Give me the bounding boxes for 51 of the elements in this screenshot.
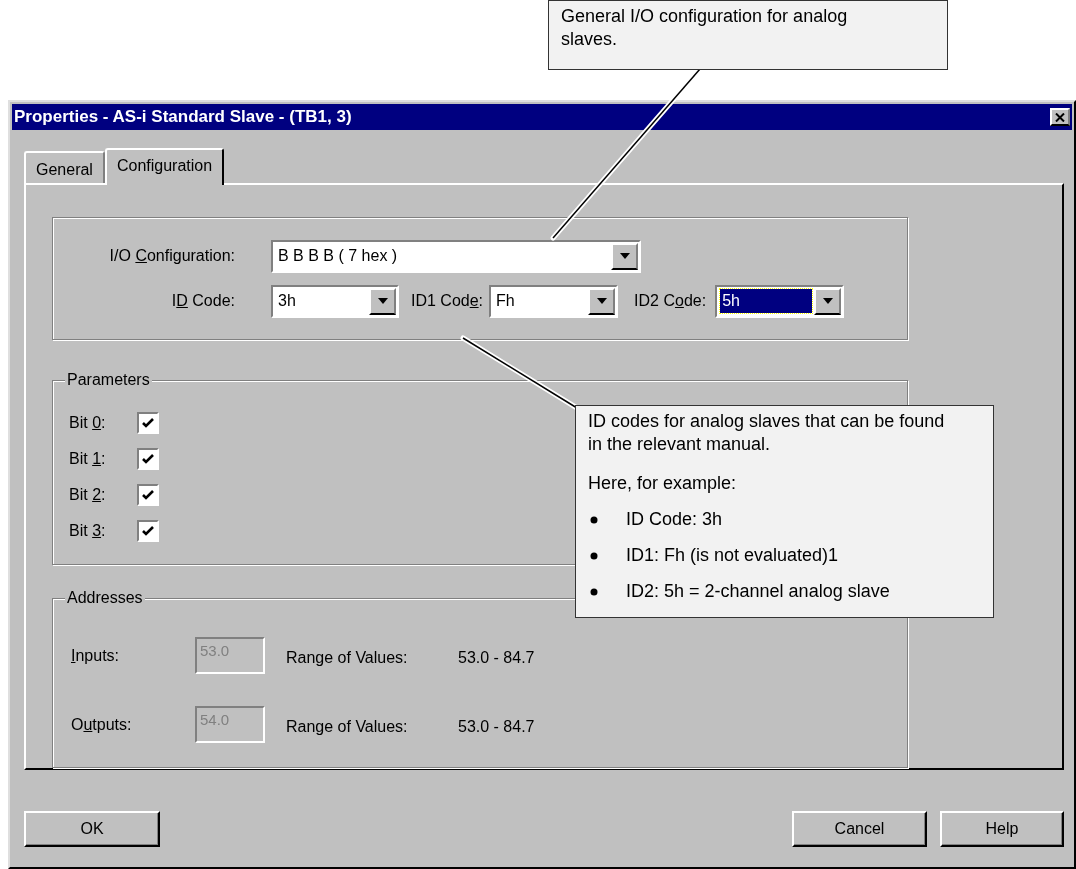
checkbox[interactable] (137, 448, 159, 470)
field-label: I/O Configuration: (108, 246, 236, 266)
dialog-button[interactable]: Help (940, 811, 1064, 847)
checkbox-label: Bit 3: (69, 521, 107, 541)
range-value: 53.0 - 84.7 (458, 647, 535, 668)
caret-icon (619, 253, 630, 259)
checkbox[interactable] (137, 484, 159, 506)
dialog-button[interactable]: OK (24, 811, 160, 847)
field-label: Inputs: (71, 645, 121, 666)
tab[interactable]: Configuration (104, 148, 225, 185)
callout-text: ID2: 5h = 2-channel analog slave (626, 580, 890, 603)
range-value: 53.0 - 84.7 (458, 716, 535, 737)
field-label: ID1 Code: (410, 291, 485, 311)
checkmark-icon (142, 453, 154, 465)
range-label: Range of Values: (286, 716, 409, 737)
dropdown-field[interactable]: Fh (489, 284, 619, 318)
tab[interactable]: General (24, 151, 105, 183)
checkbox-label: Bit 1: (69, 449, 107, 469)
caret-icon (377, 298, 388, 304)
caret-icon (822, 298, 833, 304)
checkmark-icon (142, 489, 154, 501)
bullet-icon (590, 515, 598, 524)
field-label: Outputs: (71, 714, 133, 735)
callout-text: Here, for example: (588, 472, 738, 495)
bullet-icon (590, 587, 598, 596)
dialog-button[interactable]: Cancel (792, 811, 927, 847)
close-button[interactable] (1050, 108, 1070, 126)
window-title: Properties - AS-i Standard Slave - (TB1, 3) (14, 106, 352, 129)
dropdown-field[interactable]: 5h (715, 284, 845, 318)
callout-text: General I/O configuration for analog slaves. (561, 5, 849, 51)
checkmark-icon (142, 417, 154, 429)
dropdown-field[interactable]: 3h (271, 284, 399, 318)
callout-text: ID Code: 3h (626, 508, 723, 531)
dropdown-button[interactable] (588, 287, 616, 315)
checkbox[interactable] (137, 412, 159, 434)
field-label: ID2 Code: (633, 291, 708, 311)
bullet-icon (590, 551, 598, 560)
dropdown-button[interactable] (611, 242, 638, 270)
checkbox[interactable] (137, 520, 159, 542)
dropdown-button[interactable] (814, 287, 842, 315)
dropdown-field[interactable]: B B B B ( 7 hex ) (271, 239, 641, 273)
checkbox-label: Bit 2: (69, 485, 107, 505)
checkbox-label: Bit 0: (69, 413, 107, 433)
callout-text: ID1: Fh (is not evaluated)1 (626, 544, 839, 567)
close-icon (1055, 112, 1065, 122)
range-label: Range of Values: (286, 647, 409, 668)
callout-text: ID codes for analog slaves that can be found in the relevant manual. (588, 410, 946, 456)
dropdown-button[interactable] (369, 287, 396, 315)
checkmark-icon (142, 525, 154, 537)
caret-icon (596, 298, 607, 304)
field-label: ID Code: (170, 291, 236, 311)
